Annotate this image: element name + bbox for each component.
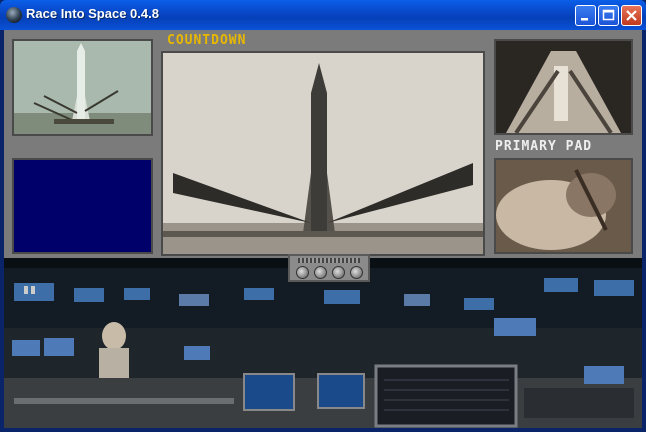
control-knob-2[interactable] [314,266,327,279]
pad-image [496,160,631,252]
speaker-control[interactable] [288,254,370,282]
minimize-icon [581,18,588,21]
primary-pad-label: PRIMARY PAD [495,139,593,154]
mission-control-scene [4,258,642,428]
mission-control-image [4,258,642,428]
speaker-grille [298,258,360,263]
minimize-button[interactable] [575,5,596,26]
main-launch-monitor [161,51,485,256]
close-button[interactable] [621,5,642,26]
app-window: Race Into Space 0.4.8 COUNTDOWN PRIMARY … [0,0,646,432]
rocket-side-monitor [12,39,153,136]
launch-image [163,53,483,254]
monitor-panel: COUNTDOWN PRIMARY PAD [4,30,642,258]
control-knob-4[interactable] [350,266,363,279]
rocket-side-image [14,41,151,134]
blank-monitor [12,158,153,254]
tower-monitor [494,39,633,135]
title-bar[interactable]: Race Into Space 0.4.8 [0,0,646,30]
window-title: Race Into Space 0.4.8 [26,6,159,21]
maximize-button[interactable] [598,5,619,26]
game-viewport[interactable]: COUNTDOWN PRIMARY PAD [4,30,642,428]
close-icon [626,10,637,21]
primary-pad-monitor [494,158,633,254]
countdown-label: COUNTDOWN [167,33,247,48]
tower-image [496,41,631,133]
maximize-icon [602,9,615,21]
control-knob-1[interactable] [296,266,309,279]
control-knob-3[interactable] [332,266,345,279]
app-icon [6,7,22,23]
